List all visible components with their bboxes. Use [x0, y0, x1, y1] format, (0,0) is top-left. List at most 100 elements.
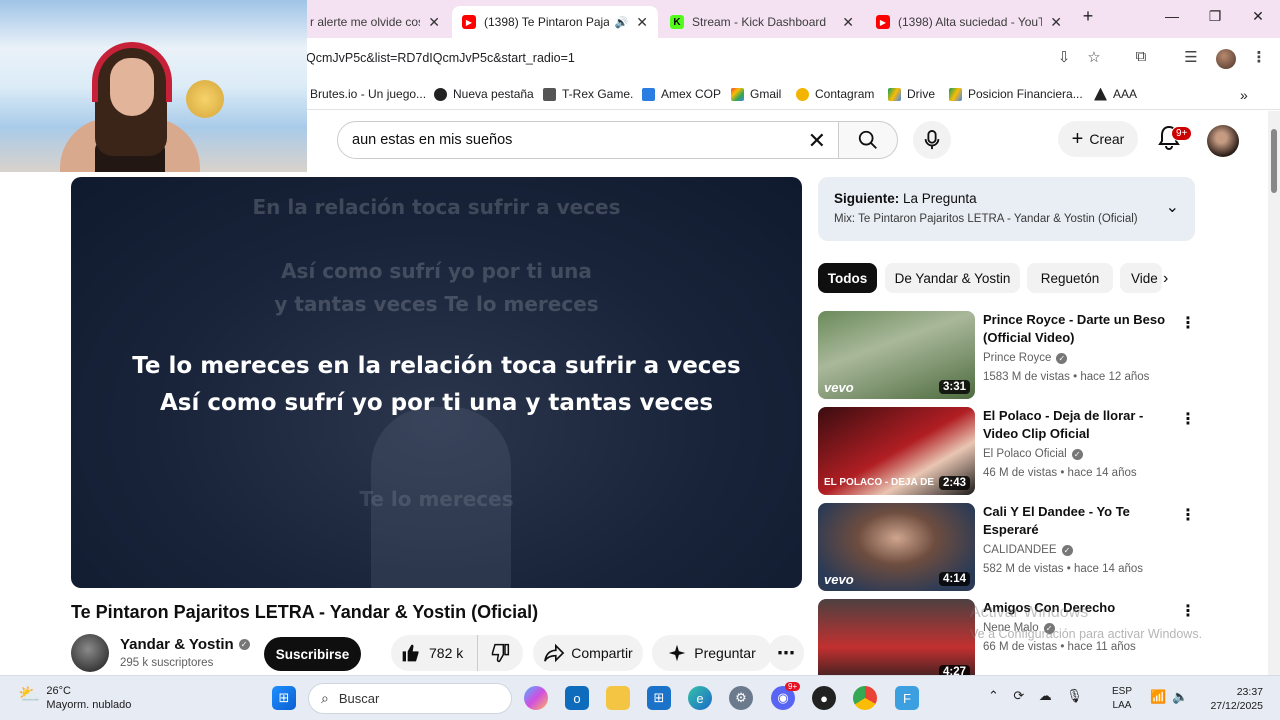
bookmark-posicion-financiera[interactable]: Posicion Financiera... — [949, 87, 1083, 101]
bookmark-amex[interactable]: Amex COP — [642, 87, 721, 101]
cloud-sun-icon: ⛅ — [18, 684, 41, 704]
profile-avatar[interactable] — [1216, 49, 1236, 69]
bookmark-star-icon[interactable]: ☆ — [1083, 48, 1105, 66]
close-tab-icon[interactable]: ✕ — [842, 14, 854, 31]
clock[interactable]: 23:37 27/12/2025 — [1205, 685, 1263, 713]
page-scrollbar[interactable] — [1268, 111, 1280, 675]
clear-search-icon[interactable]: ✕ — [808, 128, 826, 154]
channel-name-text: Yandar & Yostin — [120, 636, 234, 653]
windows-start-icon[interactable]: ⊞ — [272, 686, 296, 710]
tab-alta-suciedad[interactable]: ▶ (1398) Alta suciedad - YouTu ✕ — [866, 6, 1072, 38]
subscribe-button[interactable]: Suscribirse — [264, 637, 361, 671]
video-thumbnail[interactable]: vevo 3:31 — [818, 311, 975, 399]
cloud-icon[interactable]: ☁ — [1039, 688, 1052, 703]
app-icon[interactable]: F — [895, 686, 919, 710]
bookmark-label: Drive — [907, 87, 936, 101]
chrome-icon[interactable] — [853, 686, 877, 710]
volume-icon[interactable]: 🔈 — [1172, 689, 1188, 705]
microphone-icon[interactable]: 🎙 — [1066, 688, 1083, 703]
search-icon: ⌕ — [321, 690, 329, 706]
channel-name[interactable]: Prince Royce ✓ — [983, 352, 1068, 364]
address-bar[interactable]: QcmJvP5c&list=RD7dIQcmJvP5c&start_radio=… — [306, 51, 575, 65]
video-thumbnail[interactable]: 4:27 — [818, 599, 975, 675]
close-tab-icon[interactable]: ✕ — [428, 14, 440, 31]
search-button[interactable] — [838, 121, 898, 159]
share-button[interactable]: Compartir — [533, 635, 643, 671]
chevron-up-icon[interactable]: ⌃ — [988, 688, 999, 703]
bookmark-brutes[interactable]: Brutes.io - Un juego... — [310, 87, 426, 101]
speaker-icon[interactable]: 🔊 — [615, 16, 629, 29]
up-next-card[interactable]: Siguiente: La Pregunta Mix: Te Pintaron … — [818, 177, 1195, 241]
more-options-icon[interactable]: ⋮ — [1180, 601, 1196, 621]
chip-todos[interactable]: Todos — [818, 263, 877, 293]
chip-de-yandar-yostin[interactable]: De Yandar & Yostin — [885, 263, 1020, 293]
obs-icon[interactable]: ● — [812, 686, 836, 710]
tab-kick-dashboard[interactable]: K Stream - Kick Dashboard ✕ — [660, 6, 864, 38]
extensions-icon[interactable]: ⧉ — [1130, 48, 1152, 65]
recommendation-item[interactable]: vevo 4:14 Cali Y El Dandee - Yo Te Esper… — [818, 503, 1198, 593]
search-input[interactable]: aun estas en mis sueños ✕ — [337, 121, 839, 159]
bookmark-contagram[interactable]: Contagram — [796, 87, 874, 101]
media-control-icon[interactable]: ☰ — [1180, 48, 1202, 66]
account-avatar[interactable] — [1207, 125, 1239, 157]
outlook-icon[interactable]: o — [565, 686, 589, 710]
bookmark-aaa[interactable]: AAA — [1094, 87, 1137, 101]
video-title[interactable]: Cali Y El Dandee - Yo Te Esperaré — [983, 503, 1175, 539]
gmail-icon — [731, 87, 744, 101]
wifi-icon[interactable]: 📶 — [1150, 689, 1166, 705]
channel-name[interactable]: CALIDANDEE ✓ — [983, 544, 1073, 556]
video-thumbnail[interactable]: EL POLACO - DEJA DE 2:43 — [818, 407, 975, 495]
bookmark-trex[interactable]: T-Rex Game. — [543, 87, 633, 101]
bookmark-drive[interactable]: Drive — [888, 87, 935, 101]
vevo-logo: vevo — [824, 380, 854, 395]
more-actions-icon[interactable]: ⋯ — [768, 635, 804, 671]
taskbar-search[interactable]: ⌕ Buscar — [308, 683, 512, 714]
system-tray[interactable]: ⌃ ⟳ ☁ 🎙 — [988, 688, 1083, 704]
channel-name[interactable]: Yandar & Yostin ✓ — [120, 636, 250, 653]
close-window-icon[interactable]: ✕ — [1246, 8, 1270, 25]
bookmark-nueva-pestana[interactable]: Nueva pestaña — [434, 87, 534, 101]
scrollbar-thumb[interactable] — [1271, 129, 1277, 193]
close-tab-icon[interactable]: ✕ — [636, 14, 648, 31]
video-thumbnail[interactable]: vevo 4:14 — [818, 503, 975, 591]
file-explorer-icon[interactable] — [606, 686, 630, 710]
recommendation-item[interactable]: EL POLACO - DEJA DE 2:43 El Polaco - Dej… — [818, 407, 1198, 497]
tab-alerte[interactable]: r alerte me olvide cosa ✕ — [300, 6, 450, 38]
voice-search-button[interactable] — [913, 121, 951, 159]
ask-button[interactable]: Preguntar — [652, 635, 772, 671]
more-options-icon[interactable]: ⋮ — [1180, 409, 1196, 429]
video-title[interactable]: Prince Royce - Darte un Beso (Official V… — [983, 311, 1175, 347]
tab-te-pintaron-pajaritos[interactable]: ▶ (1398) Te Pintaron Pajari 🔊 ✕ — [452, 6, 658, 38]
video-title[interactable]: El Polaco - Deja de llorar - Video Clip … — [983, 407, 1175, 443]
discord-badge: 9+ — [785, 682, 801, 691]
minimize-icon[interactable]: — — [1160, 8, 1184, 24]
chevron-right-icon[interactable]: › — [1163, 270, 1168, 288]
edge-icon[interactable]: e — [688, 686, 712, 710]
maximize-icon[interactable]: ❐ — [1203, 8, 1227, 25]
chevron-down-icon[interactable]: ⌄ — [1166, 197, 1179, 217]
store-icon[interactable]: ⊞ — [647, 686, 671, 710]
more-options-icon[interactable]: ⋮ — [1180, 313, 1196, 333]
more-options-icon[interactable]: ⋮ — [1180, 505, 1196, 525]
dislike-button[interactable] — [478, 635, 522, 671]
create-button[interactable]: + Crear — [1058, 121, 1138, 157]
menu-icon[interactable]: ⋮ — [1248, 48, 1270, 66]
new-tab-icon[interactable]: + — [1076, 6, 1100, 27]
bookmark-gmail[interactable]: Gmail — [731, 87, 781, 101]
install-app-icon[interactable]: ⇩ — [1053, 48, 1075, 66]
language-indicator[interactable]: ESP LAA — [1112, 685, 1132, 713]
more-bookmarks-icon[interactable]: » — [1240, 87, 1248, 103]
amex-icon — [642, 87, 655, 101]
weather-widget[interactable]: ⛅ 26°C Mayorm. nublado — [18, 684, 131, 712]
sync-icon[interactable]: ⟳ — [1013, 688, 1024, 703]
chip-regueton[interactable]: Reguetón — [1027, 263, 1113, 293]
settings-icon[interactable]: ⚙ — [729, 686, 753, 710]
close-tab-icon[interactable]: ✕ — [1050, 14, 1062, 31]
copilot-icon[interactable] — [524, 686, 548, 710]
recommendation-item[interactable]: vevo 3:31 Prince Royce - Darte un Beso (… — [818, 311, 1198, 401]
chip-videos[interactable]: Vide — [1120, 263, 1162, 293]
like-button[interactable]: 782 k — [391, 635, 479, 671]
video-player[interactable]: En la relación toca sufrir a veces Así c… — [71, 177, 802, 588]
channel-avatar[interactable] — [71, 634, 109, 672]
channel-name[interactable]: El Polaco Oficial ✓ — [983, 448, 1083, 460]
